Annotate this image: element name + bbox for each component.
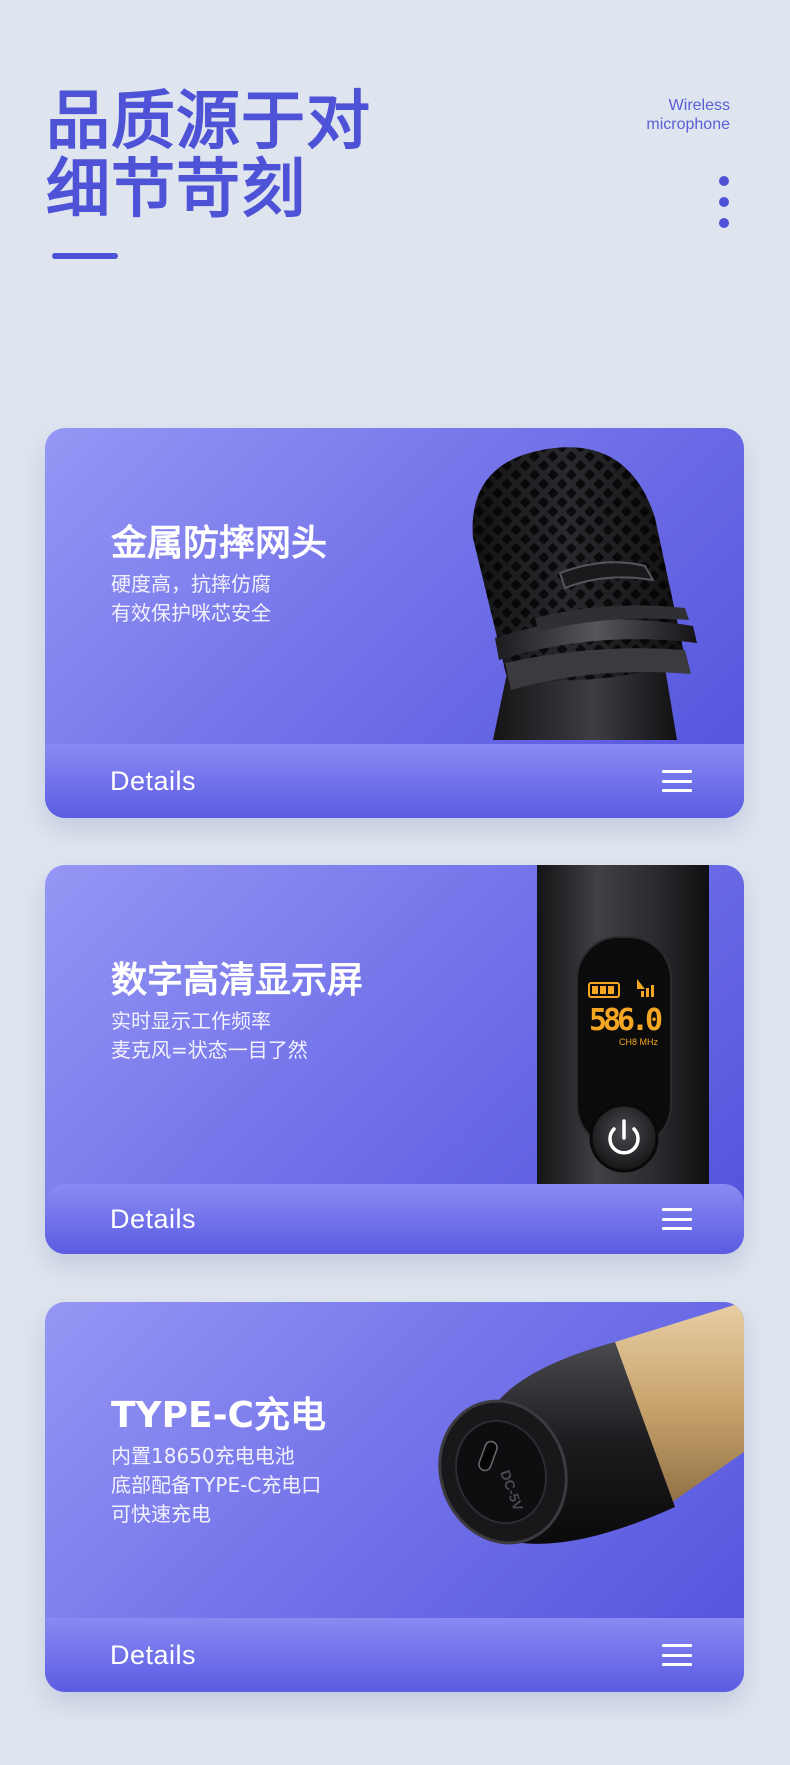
card-desc-line: 麦克风=状态一目了然 <box>111 1038 308 1062</box>
details-link[interactable]: Details <box>110 1640 196 1671</box>
card-footer: Details <box>45 1618 744 1692</box>
title-underline <box>52 253 118 259</box>
card-desc-line: 底部配备TYPE-C充电口 <box>111 1473 322 1497</box>
menu-icon[interactable] <box>662 770 692 792</box>
card-text-block: TYPE-C充电 内置18650充电电池 底部配备TYPE-C充电口 可快速充电 <box>111 1394 326 1529</box>
card-title: 数字高清显示屏 <box>111 960 364 1001</box>
card-description: 内置18650充电电池 底部配备TYPE-C充电口 可快速充电 <box>111 1442 326 1529</box>
details-link[interactable]: Details <box>110 766 196 797</box>
details-link[interactable]: Details <box>110 1204 196 1235</box>
feature-card-typec: DC-5V TYPE-C充电 内置18650充电电池 底部配备TYPE-C充电口… <box>45 1302 744 1692</box>
card-description: 实时显示工作频率 麦克风=状态一目了然 <box>111 1007 363 1065</box>
card-desc-line: 实时显示工作频率 <box>111 1009 271 1033</box>
microphone-display-image: 586.0 CH8 MHz <box>537 865 709 1185</box>
page-title-line1: 品质源于对 <box>46 85 371 159</box>
feature-card-display: 586.0 CH8 MHz 数字高清显示屏 实时显示工作频率 麦克风=状态一目了… <box>45 865 744 1254</box>
brand-line1: Wireless <box>668 97 730 114</box>
card-title: 金属防摔网头 <box>111 523 328 564</box>
brand-label: Wireless microphone <box>646 96 730 134</box>
card-title: TYPE-C充电 <box>111 1395 326 1436</box>
menu-icon[interactable] <box>662 1644 692 1666</box>
page-title: 品质源于对 细节苛刻 <box>46 88 371 224</box>
card-footer: Details <box>45 744 744 818</box>
card-desc-line: 硬度高，抗摔仿腐 <box>111 572 271 596</box>
microphone-grille-image <box>472 447 697 740</box>
menu-icon[interactable] <box>662 1208 692 1230</box>
card-text-block: 金属防摔网头 硬度高，抗摔仿腐 有效保护咪芯安全 <box>111 522 327 628</box>
frequency-unit: CH8 MHz <box>619 1037 659 1047</box>
card-footer: Details <box>45 1184 744 1254</box>
card-description: 硬度高，抗摔仿腐 有效保护咪芯安全 <box>111 570 327 628</box>
microphone-bottom-image: DC-5V <box>438 1302 744 1545</box>
frequency-readout: 586.0 <box>589 1003 663 1038</box>
page-title-line2: 细节苛刻 <box>46 153 306 227</box>
feature-card-mesh: 金属防摔网头 硬度高，抗摔仿腐 有效保护咪芯安全 Details <box>45 428 744 818</box>
card-desc-line: 可快速充电 <box>111 1502 211 1526</box>
card-desc-line: 内置18650充电电池 <box>111 1444 295 1468</box>
card-desc-line: 有效保护咪芯安全 <box>111 601 271 625</box>
brand-line2: microphone <box>646 116 730 133</box>
card-text-block: 数字高清显示屏 实时显示工作频率 麦克风=状态一目了然 <box>111 959 363 1065</box>
more-options-icon[interactable] <box>714 176 734 230</box>
